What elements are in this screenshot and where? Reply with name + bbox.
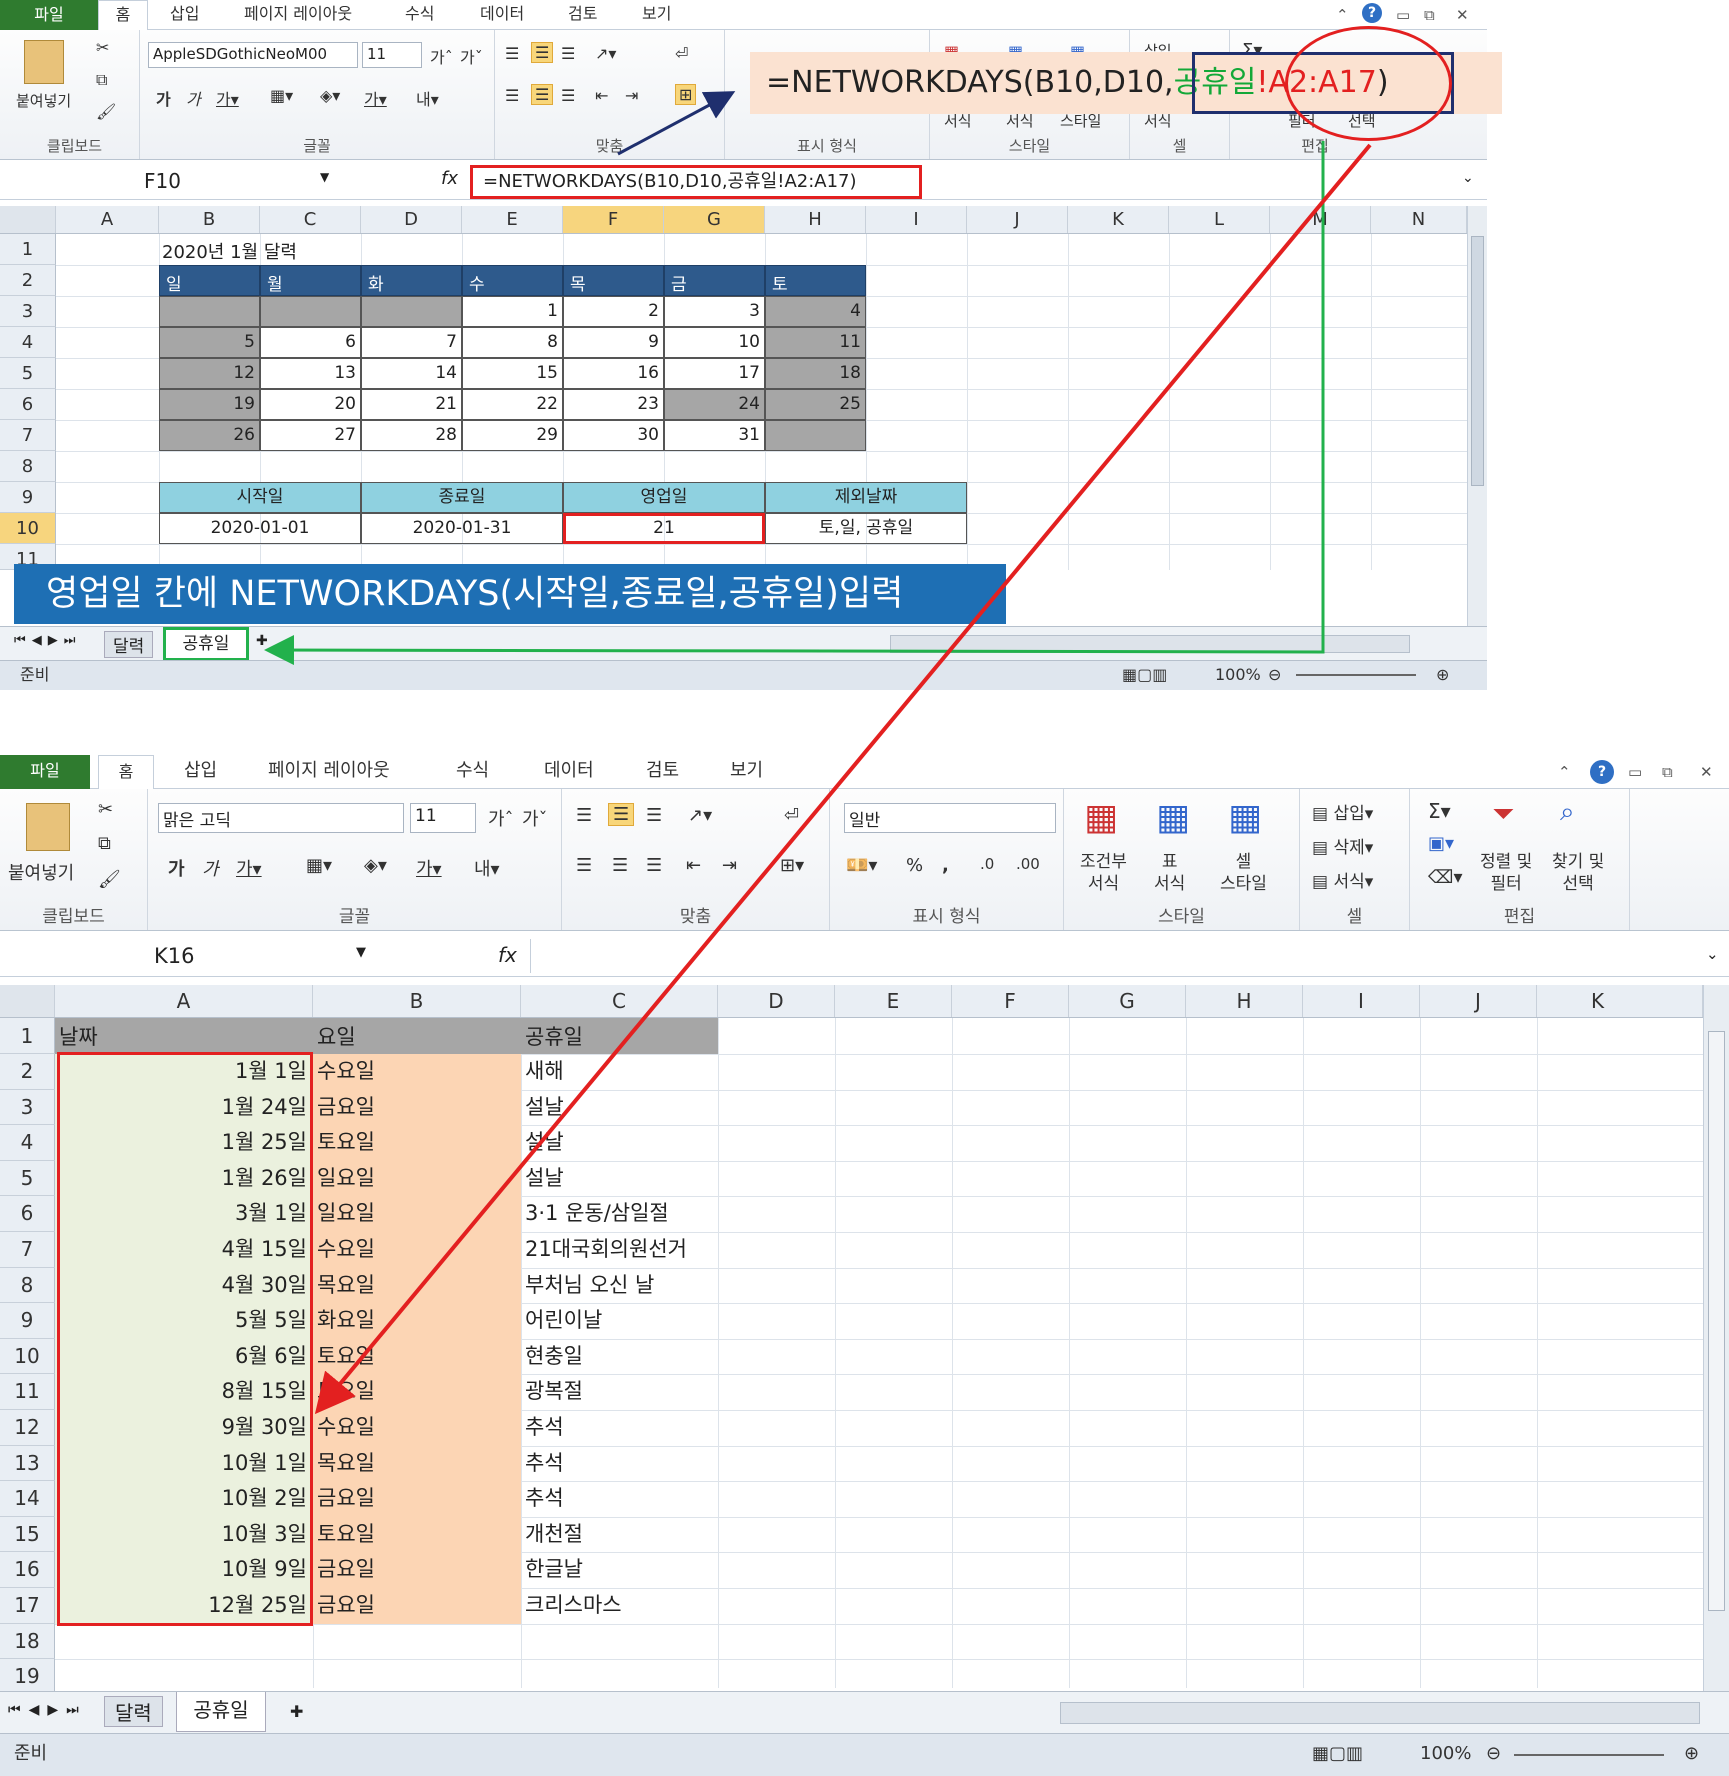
arrow-range-to-dates: [314, 143, 1372, 1415]
annotation-arrows: [264, 91, 1372, 1415]
arrow-formula-to-callout: [617, 91, 736, 156]
arrow-range-to-holiday-sheet: [264, 141, 1325, 666]
